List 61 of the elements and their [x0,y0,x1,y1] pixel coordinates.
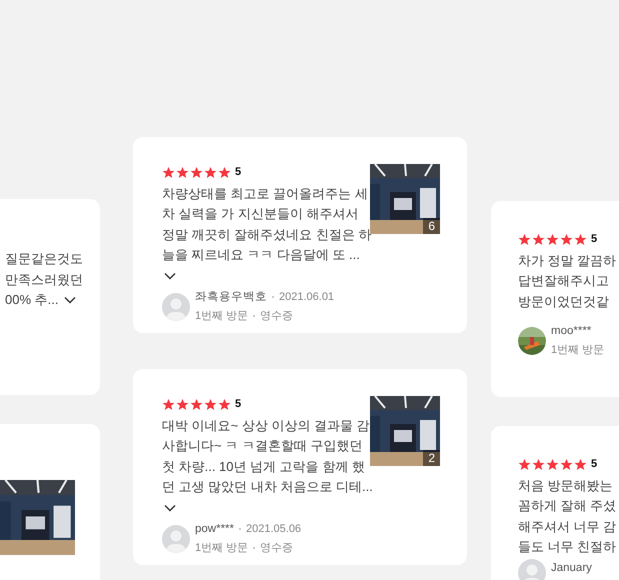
chevron-down-icon[interactable] [64,296,76,304]
star-icon [190,166,203,179]
review-date: 2021.05.06 [246,522,302,536]
star-icon [204,166,217,179]
review-text: 첫 차량... 10년 넘게 고락을 함께 했 [162,458,365,476]
review-text: 답변잘해주시고 [518,272,609,290]
rating-value: 5 [591,232,598,247]
reviewer-name: 좌흑용우백호 [195,290,267,304]
review-text: 차가 정말 깔끔하 [518,252,616,270]
star-icon [204,398,217,411]
star-icon [176,166,189,179]
review-text: 처음 방문해봤는 [518,476,613,494]
review-text: 해주셔서 너무 감 [518,518,616,536]
star-icon [190,398,203,411]
reviewer-name: January [551,560,592,576]
star-icon [218,398,231,411]
chevron-down-icon[interactable] [164,272,176,280]
visit-count: 1번째 방문 [195,540,248,556]
rating-value: 5 [235,165,242,180]
visit-count: 1번째 방문 [195,308,248,324]
photo-count: 6 [423,218,440,234]
visit-count: 1번째 방문 [551,343,604,358]
reviewer-name: pow**** [195,522,234,536]
avatar-icon [162,292,190,320]
star-icon [560,232,573,246]
review-text: 00% 추... [5,291,58,309]
avatar-icon [162,524,190,552]
star-icon [560,458,573,471]
rating-value: 5 [591,457,598,472]
star-icon [546,458,559,471]
photo-count: 2 [423,450,440,466]
star-icon [574,458,587,471]
star-icon [532,232,545,246]
review-text: 사합니다~ ㅋ ㅋ결혼할때 구입했던 [162,437,362,455]
star-icon [532,458,545,471]
star-icon [518,232,531,246]
star-icon [176,398,189,411]
receipt-label: 영수증 [260,308,294,324]
review-text: 차량상태를 최고로 끌어올려주는 세 [162,184,368,202]
star-icon [546,232,559,246]
review-text: 늘을 찌르네요 ㅋㅋ 다음달에 또 ... [162,246,360,264]
review-text: 꼼하게 잘해 주셨 [518,497,616,515]
review-text: 만족스러웠던 [5,270,83,288]
review-date: 2021.06.01 [279,290,334,304]
chevron-down-icon[interactable] [164,504,176,512]
reviewer-name: moo**** [551,324,592,339]
star-icon [574,232,587,246]
star-icon [162,166,175,179]
review-text: 대박 이네요~ 상상 이상의 결과물 감 [162,416,370,434]
review-text: 들도 너무 친절하 [518,538,616,556]
review-text: 질문같은것도 [5,250,83,268]
star-icon [218,166,231,179]
star-icon [162,398,175,411]
review-text: 방문이었던것같 [518,292,609,310]
review-text: 차 실력을 가 지신분들이 해주셔서 [162,205,358,223]
receipt-label: 영수증 [260,540,294,556]
star-icon [518,458,531,471]
review-text: 던 고생 많았던 내차 처음으로 디테... [162,478,373,496]
avatar-icon [518,558,546,580]
rating-value: 5 [235,397,242,412]
review-text: 정말 깨끗히 잘해주셨네요 친절은 하 [162,226,372,244]
